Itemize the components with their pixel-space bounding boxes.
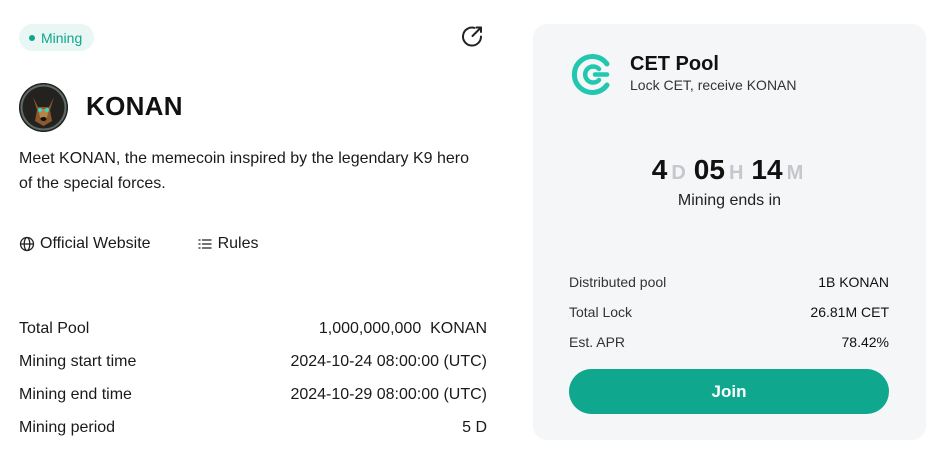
rules-label: Rules [217, 235, 259, 252]
stat-label: Total Lock [569, 304, 633, 320]
info-value: 2024-10-24 08:00:00 (UTC) [290, 352, 487, 370]
coinex-logo [569, 52, 614, 97]
share-icon[interactable] [460, 24, 486, 50]
stat-label: Est. APR [569, 334, 626, 350]
token-detail-panel: Mining KONAN Meet KONAN, the memecoin in… [0, 0, 510, 464]
info-value: 1,000,000,000 KONAN [318, 319, 487, 337]
stat-row-apr: Est. APR 78.42% [569, 327, 889, 357]
rules-link[interactable]: Rules [197, 235, 259, 253]
globe-icon [19, 236, 35, 252]
pool-stats: Distributed pool 1B KONAN Total Lock 26.… [569, 267, 889, 357]
stat-value: 26.81M CET [810, 304, 889, 320]
countdown-label: Mining ends in [677, 192, 782, 209]
info-row-period: Mining period 5 D [19, 411, 487, 444]
pool-subtitle: Lock CET, receive KONAN [630, 77, 797, 93]
info-label: Total Pool [19, 319, 90, 337]
mining-info-table: Total Pool 1,000,000,000 KONAN Mining st… [19, 312, 487, 444]
info-label: Mining period [19, 418, 116, 436]
pool-card: CET Pool Lock CET, receive KONAN 4 D 05 … [533, 24, 926, 440]
info-row-total-pool: Total Pool 1,000,000,000 KONAN [19, 312, 487, 345]
countdown-days: 4 [651, 154, 668, 185]
status-dot [29, 34, 35, 41]
countdown-minutes-unit: M [786, 162, 804, 184]
list-icon [197, 236, 213, 252]
info-value: 5 D [462, 418, 487, 436]
countdown-timer: 4 D 05 H 14 M [533, 154, 926, 186]
info-row-start-time: Mining start time 2024-10-24 08:00:00 (U… [19, 345, 487, 378]
countdown-hours: 05 [693, 154, 725, 185]
stat-row-distributed-pool: Distributed pool 1B KONAN [569, 267, 889, 297]
token-avatar [19, 83, 68, 132]
status-badge: Mining [19, 24, 95, 51]
status-badge-label: Mining [41, 29, 83, 46]
token-links: Official Website Rules [19, 235, 258, 253]
info-row-end-time: Mining end time 2024-10-29 08:00:00 (UTC… [19, 378, 487, 411]
stat-value: 78.42% [841, 334, 889, 350]
join-button[interactable]: Join [569, 369, 889, 414]
token-description: Meet KONAN, the memecoin inspired by the… [19, 150, 470, 192]
stat-value: 1B KONAN [818, 274, 889, 290]
token-name: KONAN [86, 91, 183, 121]
countdown-hours-unit: H [728, 162, 744, 184]
official-website-label: Official Website [40, 235, 151, 252]
countdown-days-unit: D [671, 162, 686, 184]
pool-title: CET Pool [630, 53, 719, 75]
stat-label: Distributed pool [569, 274, 667, 290]
info-label: Mining end time [19, 385, 132, 403]
info-value: 2024-10-29 08:00:00 (UTC) [290, 385, 487, 403]
info-label: Mining start time [19, 352, 137, 370]
stat-row-total-lock: Total Lock 26.81M CET [569, 297, 889, 327]
official-website-link[interactable]: Official Website [19, 235, 151, 253]
countdown-minutes: 14 [751, 154, 783, 185]
